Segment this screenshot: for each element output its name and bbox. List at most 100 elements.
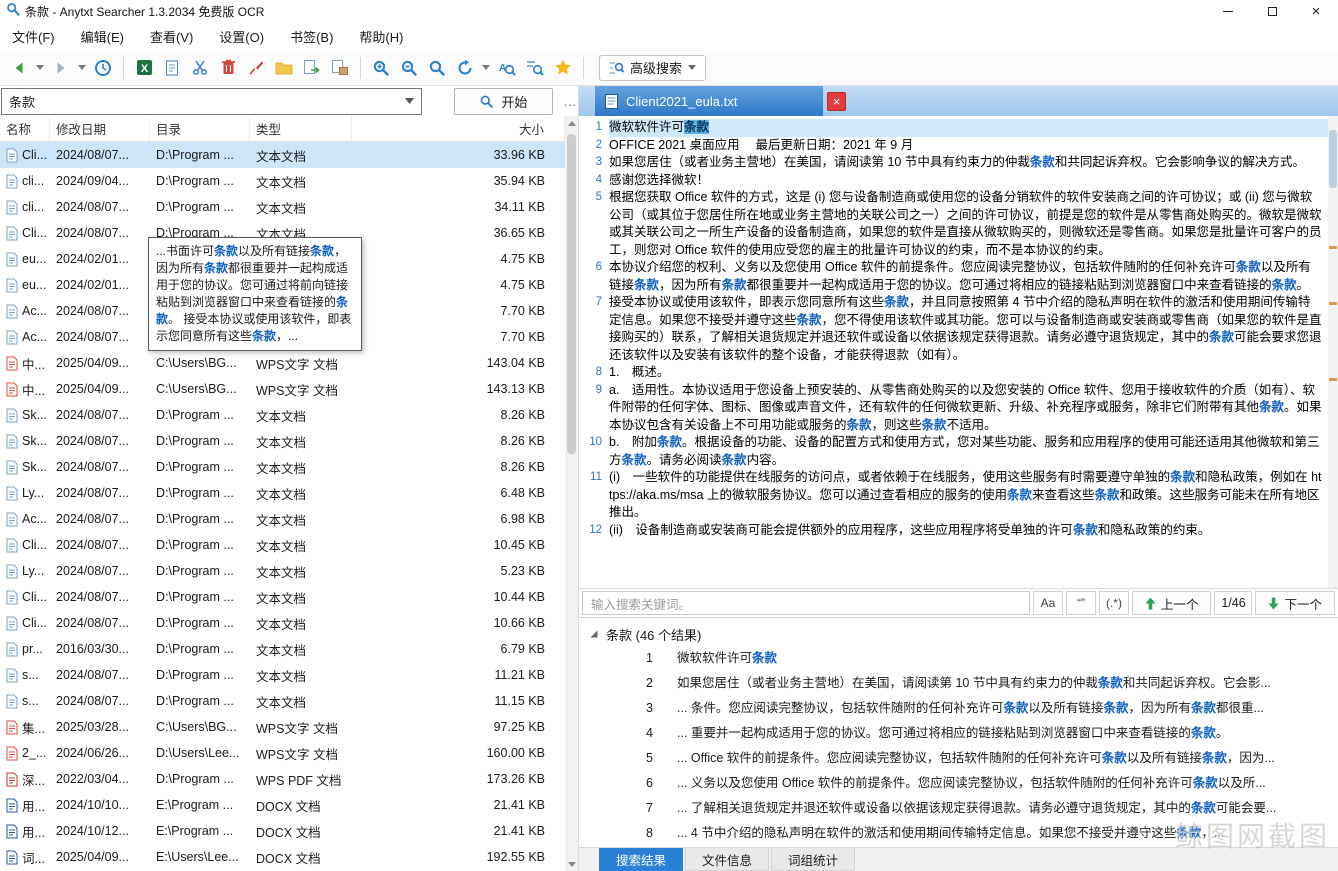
table-row[interactable]: Cli... 2024/08/07... D:\Program ... 文本文档 10.… — [0, 610, 565, 636]
table-row[interactable]: 中... 2025/04/09... C:\Users\BG... WPS文字 文档 1… — [0, 376, 565, 402]
scrollbar-down-arrow[interactable] — [565, 857, 578, 871]
table-scrollbar-thumb[interactable] — [567, 134, 576, 454]
favorites-button[interactable] — [550, 54, 576, 82]
search-query-input[interactable]: 条款 — [1, 87, 422, 115]
preview-scrollbar[interactable] — [1328, 116, 1338, 588]
table-row[interactable]: 词... 2025/04/09... E:\Users\Lee... DOCX 文档 1… — [0, 844, 565, 870]
cut-button[interactable] — [187, 54, 213, 82]
match-case-button[interactable]: Aa — [1032, 591, 1063, 615]
table-row[interactable]: 深... 2022/03/04... D:\Program ... WPS PDF 文… — [0, 766, 565, 792]
find-in-file-button[interactable]: A — [494, 54, 520, 82]
file-table: 名称 修改日期 目录 类型 大小 Cli... 2024/08/07... D:\Progr… — [0, 116, 565, 871]
table-row[interactable]: Ly... 2024/08/07... D:\Program ... 文本文档 5.23… — [0, 558, 565, 584]
result-item[interactable]: 3... 条件。您应阅读完整协议，包括软件随附的任何补充许可条款以及所有链接条款… — [579, 696, 1338, 721]
menu-item[interactable]: 编辑(E) — [81, 27, 124, 46]
more-options-button[interactable]: … — [563, 93, 578, 109]
table-scrollbar[interactable] — [565, 116, 578, 871]
table-row[interactable]: Cli... 2024/08/07... D:\Program ... 文本文档 33.… — [0, 142, 565, 168]
advanced-search-button[interactable]: 高级搜索 — [599, 54, 707, 81]
result-item[interactable]: 4 ... 重要并一起构成适用于您的协议。您可通过将相应的链接粘贴到浏览器窗口中来… — [579, 721, 1338, 746]
copy-button[interactable] — [159, 54, 185, 82]
result-item[interactable]: 2 如果您居住（或者业务主营地）在美国，请阅读第 10 节中具有约束力的仲裁条款和… — [579, 671, 1338, 696]
table-row[interactable]: Cli... 2024/08/07... D:\Program ... 文本文档 10.… — [0, 532, 565, 558]
menu-item[interactable]: 文件(F) — [12, 27, 55, 46]
search-tool-button[interactable] — [424, 54, 450, 82]
size-cell: 6.98 KB — [500, 512, 545, 526]
query-dropdown-icon[interactable] — [404, 98, 414, 104]
column-header[interactable]: 修改日期 — [50, 116, 150, 141]
minimize-button[interactable] — [1206, 0, 1250, 22]
bottom-tab-3[interactable]: 词组统计 — [771, 848, 856, 871]
table-row[interactable]: 中... 2025/04/09... C:\Users\BG... WPS文字 文档 1… — [0, 350, 565, 376]
refresh-dropdown[interactable] — [480, 54, 492, 82]
preview-tab[interactable]: Client2021_eula.txt — [595, 86, 823, 116]
ocr-search-button[interactable] — [522, 54, 548, 82]
table-row[interactable]: Ly... 2024/08/07... D:\Program ... 文本文档 6.48… — [0, 480, 565, 506]
type-cell: 文本文档 — [256, 149, 307, 164]
result-item[interactable]: 6 ... 义务以及您使用 Office 软件的前提条件。您应阅读完整协议，包括软… — [579, 771, 1338, 796]
bottom-tab-2[interactable]: 文件信息 — [685, 848, 770, 871]
menu-item[interactable]: 设置(O) — [219, 27, 264, 46]
regex-button[interactable]: (.*) — [1098, 591, 1129, 615]
history-button[interactable] — [90, 54, 116, 82]
column-header[interactable]: 大小 — [352, 116, 565, 141]
preview-scrollbar-thumb[interactable] — [1329, 130, 1337, 188]
open-folder-button[interactable] — [271, 54, 297, 82]
menu-item[interactable]: 查看(V) — [150, 27, 193, 46]
forward-dropdown[interactable] — [76, 54, 88, 82]
table-row[interactable]: 用... 2024/10/12... E:\Program ... DOCX 文档 21… — [0, 818, 565, 844]
delete-button[interactable] — [215, 54, 241, 82]
table-row[interactable]: s... 2024/08/07... D:\Program ... 文本文档 11.15… — [0, 688, 565, 714]
menu-item[interactable]: 书签(B) — [290, 27, 333, 46]
start-search-button[interactable]: 开始 — [453, 87, 553, 115]
export-excel-button[interactable]: X — [131, 54, 157, 82]
back-button[interactable] — [6, 54, 32, 82]
maximize-button[interactable] — [1250, 0, 1294, 22]
table-row[interactable]: 用... 2024/10/10... E:\Program ... DOCX 文档 21… — [0, 792, 565, 818]
date-cell: 2024/08/07... — [56, 200, 129, 214]
table-row[interactable]: Sk... 2024/08/07... D:\Program ... 文本文档 8.26… — [0, 428, 565, 454]
size-cell: 7.70 KB — [500, 330, 545, 344]
window-title: 条款 - Anytxt Searcher 1.3.2034 免费版 OCR — [25, 4, 265, 19]
table-row[interactable]: cli... 2024/08/07... D:\Program ... 文本文档 34.… — [0, 194, 565, 220]
table-row[interactable]: s... 2024/08/07... D:\Program ... 文本文档 11.21… — [0, 662, 565, 688]
expander-icon[interactable] — [589, 629, 599, 639]
preview-line: 4 感谢您选择微软！ — [583, 172, 1338, 190]
back-dropdown[interactable] — [34, 54, 46, 82]
bottom-tab-1[interactable]: 搜索结果 — [599, 848, 684, 871]
table-row[interactable]: Sk... 2024/08/07... D:\Program ... 文本文档 8.26… — [0, 402, 565, 428]
next-match-button[interactable]: 下一个 — [1255, 591, 1335, 615]
file-name-cell: Ac... — [0, 330, 50, 345]
export-doc-button[interactable] — [299, 54, 325, 82]
preview-tab-close-button[interactable]: × — [827, 91, 846, 111]
table-row[interactable]: 2_... 2024/06/26... D:\Users\Lee... WPS文字 文… — [0, 740, 565, 766]
column-header[interactable]: 目录 — [150, 116, 250, 141]
forward-button[interactable] — [48, 54, 74, 82]
archive-button[interactable] — [327, 54, 353, 82]
table-row[interactable]: cli... 2024/09/04... D:\Program ... 文本文档 35.… — [0, 168, 565, 194]
result-item[interactable]: 5 ... Office 软件的前提条件。您应阅读完整协议，包括软件随附的任何补充… — [579, 746, 1338, 771]
refresh-button[interactable] — [452, 54, 478, 82]
directory-cell: E:\Program ... — [156, 824, 234, 838]
table-row[interactable]: Sk... 2024/08/07... D:\Program ... 文本文档 8.26… — [0, 454, 565, 480]
zoom-in-button[interactable] — [368, 54, 394, 82]
file-icon — [6, 226, 18, 241]
table-row[interactable]: 集... 2025/03/28... C:\Users\BG... WPS文字 文档 9… — [0, 714, 565, 740]
scrollbar-up-arrow[interactable] — [565, 116, 578, 130]
toolbar-separator — [123, 56, 124, 79]
find-input[interactable]: 输入搜索关键词。 — [582, 591, 1030, 615]
table-row[interactable]: pr... 2016/03/30... D:\Program ... 文本文档 6.79… — [0, 636, 565, 662]
table-row[interactable]: Cli... 2024/08/07... D:\Program ... 文本文档 10.… — [0, 584, 565, 610]
menu-item[interactable]: 帮助(H) — [359, 27, 403, 46]
file-name: 用... — [22, 825, 45, 840]
zoom-out-button[interactable] — [396, 54, 422, 82]
sign-button[interactable] — [243, 54, 269, 82]
column-header[interactable]: 类型 — [250, 116, 352, 141]
close-button[interactable]: × — [1294, 0, 1338, 22]
whole-word-button[interactable]: “” — [1065, 591, 1096, 615]
directory-cell: D:\Program ... — [156, 200, 234, 214]
previous-match-button[interactable]: 上一个 — [1131, 591, 1212, 615]
result-item[interactable]: 1 微软软件许可条款 — [579, 646, 1338, 671]
column-header[interactable]: 名称 — [0, 116, 50, 141]
table-row[interactable]: Ac... 2024/08/07... D:\Program ... 文本文档 6.98… — [0, 506, 565, 532]
